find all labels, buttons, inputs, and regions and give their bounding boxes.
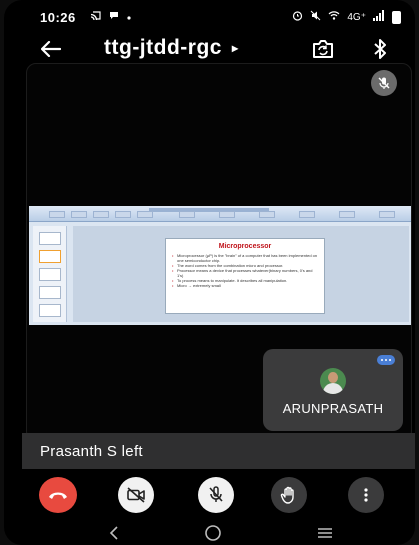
mic-off-icon xyxy=(209,486,223,502)
system-navigation-bar xyxy=(4,520,415,545)
switch-camera-button[interactable] xyxy=(310,36,336,62)
chat-icon xyxy=(109,11,119,23)
mute-icon xyxy=(310,10,321,24)
nav-home-button[interactable] xyxy=(203,524,223,542)
slide-thumbnails xyxy=(33,226,67,322)
avatar xyxy=(320,368,346,394)
presentation-ribbon xyxy=(29,206,411,222)
arrow-left-icon xyxy=(41,41,61,57)
more-options-button[interactable] xyxy=(348,477,384,513)
call-top-bar: ttg-jtdd-rgc ▸ xyxy=(4,34,415,64)
slide-bullet: Microprocessor (µP) is the "brain" of a … xyxy=(171,253,319,263)
hang-up-icon xyxy=(49,492,67,499)
wifi-call-icon xyxy=(328,10,340,24)
tile-options-button[interactable] xyxy=(377,355,395,365)
slide-bullet: Processor means a device that processes … xyxy=(171,268,319,278)
camera-off-icon xyxy=(127,487,145,503)
shared-screen[interactable]: Microprocessor Microprocessor (µP) is th… xyxy=(29,206,411,325)
nav-back-button[interactable] xyxy=(104,524,124,542)
status-time: 10:26 xyxy=(40,9,76,25)
slide-bullet: Micro → extremely small xyxy=(171,283,319,288)
participant-left-notice: Prasanth S left xyxy=(22,433,415,469)
network-type-label: 4G⁺ xyxy=(347,11,366,23)
raise-hand-button[interactable] xyxy=(271,477,307,513)
dot-icon xyxy=(127,11,131,23)
nav-recents-icon xyxy=(318,528,332,538)
nav-home-icon xyxy=(205,525,221,541)
hand-icon xyxy=(280,486,294,504)
current-slide: Microprocessor Microprocessor (µP) is th… xyxy=(165,238,325,314)
caret-right-icon: ▸ xyxy=(231,41,239,55)
signal-icon xyxy=(373,10,385,24)
notice-text: Prasanth S left xyxy=(40,442,143,460)
bluetooth-icon xyxy=(374,39,386,59)
cast-icon xyxy=(90,11,101,23)
status-bar: 10:26 4G⁺ xyxy=(4,0,415,34)
battery-icon xyxy=(392,10,401,24)
microphone-toggle-button[interactable] xyxy=(198,477,234,513)
end-call-button[interactable] xyxy=(39,477,77,513)
self-view-tile[interactable]: ARUNPRASATH xyxy=(263,349,403,431)
presentation-stage: Microprocessor Microprocessor (µP) is th… xyxy=(26,63,412,441)
status-notification-icons xyxy=(90,11,131,23)
more-vertical-icon xyxy=(364,488,368,502)
call-controls xyxy=(4,477,415,515)
mic-off-icon xyxy=(378,77,390,89)
slide-canvas: Microprocessor Microprocessor (µP) is th… xyxy=(73,226,409,322)
bluetooth-audio-button[interactable] xyxy=(369,36,391,62)
nav-back-icon xyxy=(109,526,118,540)
presenter-mic-off-badge xyxy=(371,70,397,96)
nav-recents-button[interactable] xyxy=(315,524,335,542)
meeting-code-title[interactable]: ttg-jtdd-rgc ▸ xyxy=(104,36,239,60)
switch-camera-icon xyxy=(313,40,333,58)
slide-title: Microprocessor xyxy=(218,243,272,250)
alarm-icon xyxy=(292,10,303,24)
phone-screen: 10:26 4G⁺ ttg-jtdd-rgc ▸ Microprocessor … xyxy=(4,0,415,545)
slide-bullets: Microprocessor (µP) is the "brain" of a … xyxy=(171,253,319,288)
participant-name: ARUNPRASATH xyxy=(282,401,384,416)
camera-toggle-button[interactable] xyxy=(118,477,154,513)
back-button[interactable] xyxy=(38,36,64,62)
meeting-code: ttg-jtdd-rgc xyxy=(104,36,222,59)
status-system-icons: 4G⁺ xyxy=(292,10,401,24)
